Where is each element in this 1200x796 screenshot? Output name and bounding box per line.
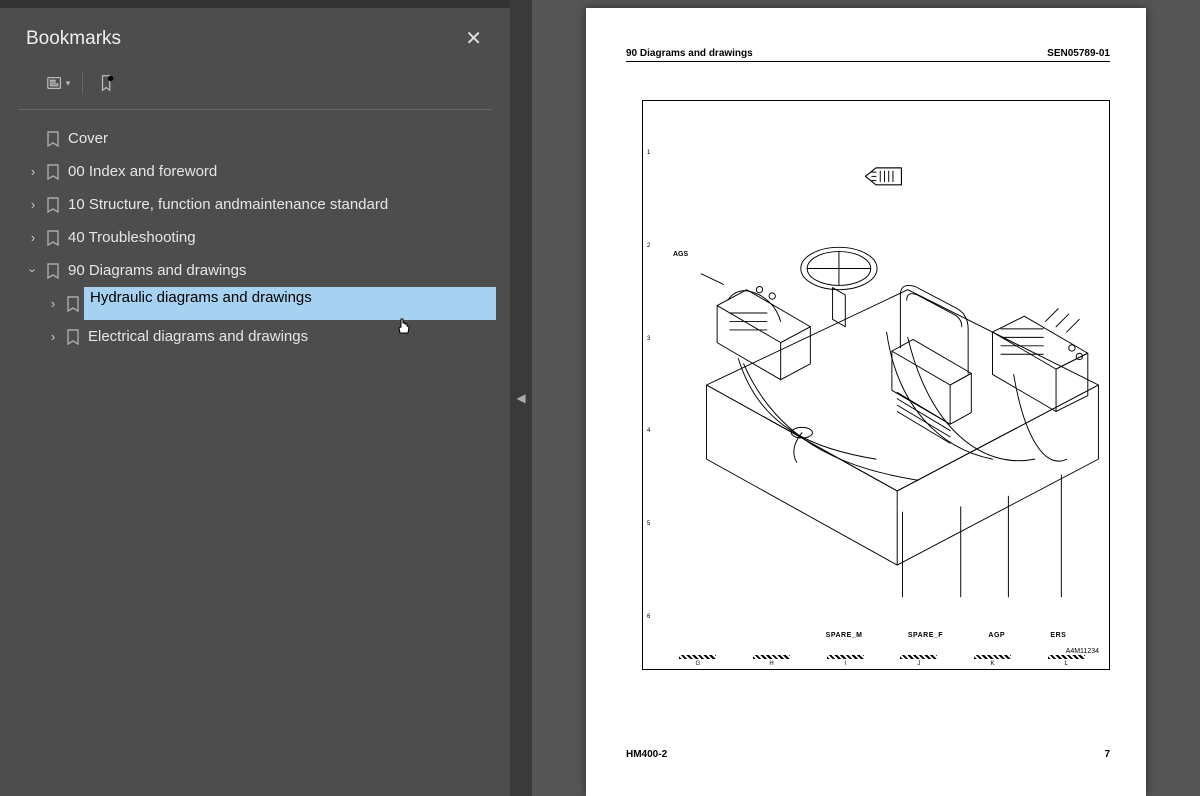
find-bookmark-icon[interactable] [93, 71, 121, 95]
pdf-page: 90 Diagrams and drawings SEN05789-01 1 2… [586, 8, 1146, 796]
callout-label: SPARE_F [908, 632, 943, 639]
bookmark-icon [42, 263, 64, 279]
page-header-left: 90 Diagrams and drawings [626, 48, 753, 59]
bookmarks-panel: Bookmarks ✕ ▾ › Cover › 00 Index and for… [0, 0, 510, 796]
chevron-right-icon[interactable]: › [44, 296, 62, 311]
bookmark-label: Cover [64, 130, 108, 147]
bookmarks-tree: › Cover › 00 Index and foreword › 10 Str… [0, 118, 510, 796]
panel-splitter[interactable]: ◀ [510, 0, 532, 796]
page-header-right: SEN05789-01 [1047, 48, 1110, 59]
options-icon[interactable]: ▾ [44, 71, 72, 95]
page-number: 7 [1104, 749, 1110, 760]
drawing-id: A4M11234 [1066, 648, 1099, 655]
chevron-right-icon[interactable]: › [24, 197, 42, 212]
bookmarks-toolbar: ▾ [18, 65, 492, 110]
callout-label: SPARE_M [826, 632, 863, 639]
bookmark-label: Hydraulic diagrams and drawings [84, 287, 496, 320]
bookmark-icon [62, 329, 84, 345]
document-viewport[interactable]: 90 Diagrams and drawings SEN05789-01 1 2… [532, 0, 1200, 796]
bookmark-item-cover[interactable]: › Cover [0, 122, 510, 155]
callout-label: AGP [988, 632, 1005, 639]
bookmark-icon [42, 131, 64, 147]
bookmark-icon [62, 296, 84, 312]
ruler-horizontal: G H I J K L [661, 657, 1103, 665]
bookmark-icon [42, 164, 64, 180]
hydraulic-diagram-illustration [643, 101, 1109, 669]
bookmark-label: 90 Diagrams and drawings [64, 262, 246, 279]
chevron-down-icon[interactable]: › [26, 262, 41, 280]
close-icon[interactable]: ✕ [457, 22, 490, 55]
bookmark-item-diagrams[interactable]: › 90 Diagrams and drawings [0, 254, 510, 287]
bookmark-icon [42, 230, 64, 246]
bookmark-label: 10 Structure, function andmaintenance st… [64, 196, 388, 213]
page-footer-left: HM400-2 [626, 749, 667, 760]
collapse-icon[interactable]: ◀ [516, 391, 525, 405]
chevron-right-icon[interactable]: › [44, 329, 62, 344]
callout-label: ERS [1050, 632, 1066, 639]
panel-title: Bookmarks [26, 28, 121, 50]
drawing-frame: 1 2 3 4 5 6 [642, 100, 1110, 670]
chevron-right-icon[interactable]: › [24, 230, 42, 245]
bookmark-item-index[interactable]: › 00 Index and foreword [0, 155, 510, 188]
bookmark-item-hydraulic[interactable]: › Hydraulic diagrams and drawings [0, 287, 510, 320]
callout-ags: AGS [673, 251, 688, 258]
callout-row: SPARE_M SPARE_F AGP ERS [803, 632, 1089, 639]
bookmark-label: 40 Troubleshooting [64, 229, 196, 246]
bookmark-item-structure[interactable]: › 10 Structure, function andmaintenance … [0, 188, 510, 221]
chevron-right-icon[interactable]: › [24, 164, 42, 179]
bookmark-icon [42, 197, 64, 213]
bookmark-label: 00 Index and foreword [64, 163, 217, 180]
bookmark-item-troubleshooting[interactable]: › 40 Troubleshooting [0, 221, 510, 254]
bookmark-item-electrical[interactable]: › Electrical diagrams and drawings [0, 320, 510, 353]
bookmark-label: Electrical diagrams and drawings [84, 328, 308, 345]
